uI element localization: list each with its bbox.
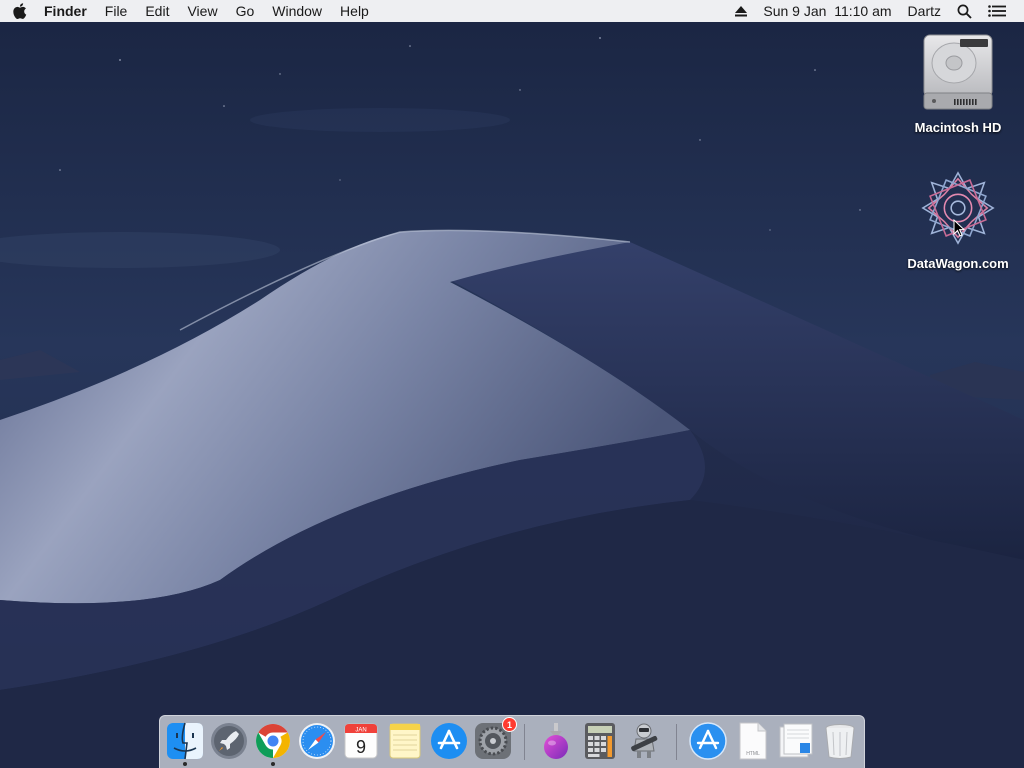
hard-drive-icon bbox=[918, 32, 998, 112]
dock-item-calendar[interactable]: JAN 9 bbox=[341, 721, 381, 761]
downloads-stack-icon bbox=[779, 723, 813, 758]
eject-icon[interactable] bbox=[727, 5, 755, 17]
dock-item-html-document[interactable]: HTML bbox=[732, 721, 772, 761]
running-indicator bbox=[271, 762, 275, 766]
mouse-cursor-icon bbox=[953, 219, 965, 237]
menu-edit[interactable]: Edit bbox=[136, 0, 178, 22]
desktop-icon-label: DataWagon.com bbox=[907, 256, 1009, 271]
user-name[interactable]: Dartz bbox=[900, 0, 949, 22]
calculator-icon bbox=[585, 723, 615, 759]
desktop-wallpaper bbox=[0, 0, 1024, 768]
clock-datetime[interactable]: Sun 9 Jan 11:10 am bbox=[755, 0, 899, 22]
dock-item-app-store[interactable] bbox=[429, 721, 469, 761]
dock-separator bbox=[524, 724, 525, 760]
dock-item-finder[interactable] bbox=[165, 721, 205, 766]
dock: JAN 9 1 HTML bbox=[159, 715, 865, 768]
notes-icon bbox=[389, 723, 421, 759]
calendar-month: JAN bbox=[355, 728, 366, 734]
desktop-icon-label: Macintosh HD bbox=[914, 120, 1002, 135]
finder-icon bbox=[167, 722, 203, 760]
menu-bar: Finder File Edit View Go Window Help Sun… bbox=[0, 0, 1024, 22]
launchpad-icon bbox=[211, 723, 247, 759]
dock-item-applications[interactable] bbox=[688, 721, 728, 761]
installer-icon bbox=[544, 723, 568, 759]
menu-go[interactable]: Go bbox=[227, 0, 264, 22]
dock-item-system-preferences[interactable]: 1 bbox=[473, 717, 517, 761]
calendar-day: 9 bbox=[356, 737, 366, 757]
menu-window[interactable]: Window bbox=[263, 0, 331, 22]
dock-item-installer[interactable] bbox=[536, 721, 576, 761]
menu-app-finder[interactable]: Finder bbox=[40, 0, 96, 22]
menu-view[interactable]: View bbox=[178, 0, 226, 22]
dock-item-automator[interactable] bbox=[624, 721, 664, 761]
html-document-icon: HTML bbox=[739, 722, 767, 760]
desktop-icon-macintosh-hd[interactable]: Macintosh HD bbox=[903, 32, 1013, 135]
menu-help[interactable]: Help bbox=[331, 0, 378, 22]
applications-folder-icon bbox=[689, 722, 727, 760]
menu-bar-left: Finder File Edit View Go Window Help bbox=[0, 0, 378, 22]
dock-item-downloads[interactable] bbox=[776, 721, 816, 761]
dock-item-notes[interactable] bbox=[385, 721, 425, 761]
apple-logo-icon[interactable] bbox=[0, 0, 40, 22]
dock-item-launchpad[interactable] bbox=[209, 721, 249, 761]
dock-item-trash[interactable] bbox=[820, 721, 860, 761]
dock-separator bbox=[676, 724, 677, 760]
notification-center-icon[interactable] bbox=[980, 5, 1014, 17]
safari-icon bbox=[299, 723, 335, 759]
menu-file[interactable]: File bbox=[96, 0, 137, 22]
notification-badge: 1 bbox=[502, 717, 517, 732]
calendar-icon: JAN 9 bbox=[344, 723, 378, 759]
spotlight-search-icon[interactable] bbox=[949, 4, 980, 19]
document-type-label: HTML bbox=[746, 751, 760, 757]
dock-item-calculator[interactable] bbox=[580, 721, 620, 761]
dock-item-chrome[interactable] bbox=[253, 721, 293, 766]
automator-icon bbox=[631, 723, 658, 758]
running-indicator bbox=[183, 762, 187, 766]
dock-item-safari[interactable] bbox=[297, 721, 337, 761]
chrome-icon bbox=[256, 724, 290, 758]
menu-bar-status: Sun 9 Jan 11:10 am Dartz bbox=[727, 0, 1024, 22]
app-store-icon bbox=[431, 723, 467, 759]
trash-icon bbox=[825, 724, 855, 759]
